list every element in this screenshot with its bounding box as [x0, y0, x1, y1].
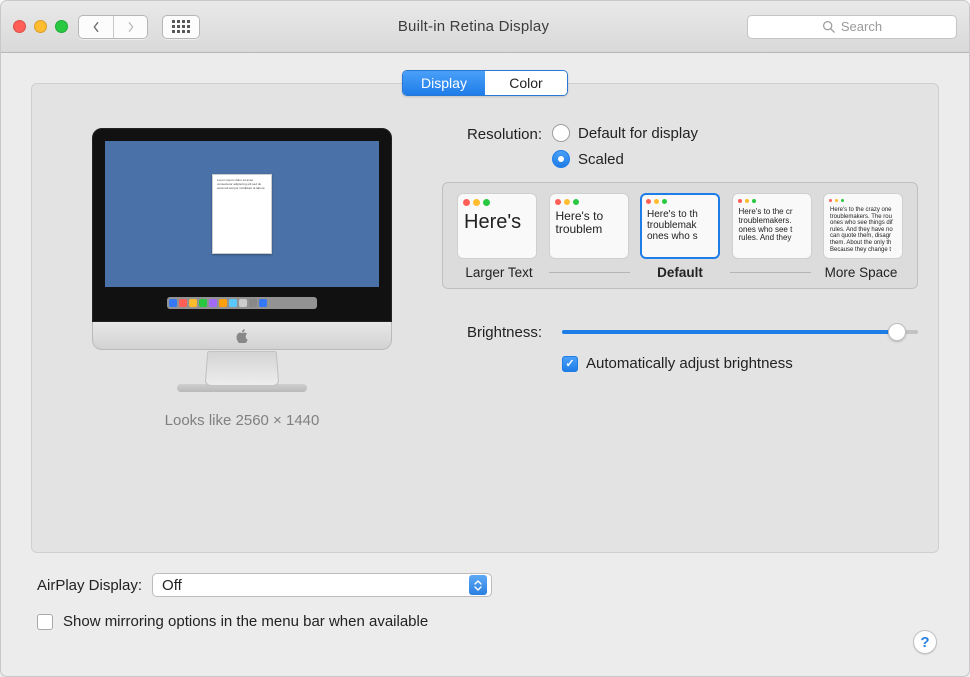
resolution-default-label: Default for display [578, 125, 698, 142]
resolution-thumb-4[interactable]: Here's to the crazy one troublemakers. T… [823, 193, 903, 259]
resolution-label: Resolution: [442, 124, 552, 143]
display-preview-column: Lorem ipsum dolor sit amet consectetur a… [52, 124, 432, 484]
search-icon [822, 20, 835, 33]
tab-bar: Display Color [52, 70, 918, 96]
navigation-buttons [78, 15, 148, 39]
panel-body: Lorem ipsum dolor sit amet consectetur a… [52, 124, 918, 484]
airplay-row: AirPlay Display: Off [37, 573, 933, 597]
resolution-default-option[interactable]: Default for display [552, 124, 698, 142]
search-input[interactable]: Search [747, 15, 957, 39]
resolution-thumb-2[interactable]: Here's to th troublemak ones who s [640, 193, 720, 259]
mirroring-checkbox[interactable]: ✓ [37, 614, 53, 630]
back-button[interactable] [79, 16, 113, 38]
forward-button[interactable] [113, 16, 147, 38]
mirroring-label: Show mirroring options in the menu bar w… [63, 613, 428, 630]
resolution-row: Resolution: Default for display Scaled [442, 124, 918, 168]
brightness-row: Brightness: [442, 323, 918, 341]
show-all-button[interactable] [162, 15, 200, 39]
resolution-scale-labels: Larger Text Default More Space [453, 263, 907, 280]
window-controls [13, 20, 68, 33]
scale-label-more-space: More Space [817, 265, 905, 280]
radio-default[interactable] [552, 124, 570, 142]
mirroring-row[interactable]: ✓ Show mirroring options in the menu bar… [37, 613, 933, 630]
settings-panel: Display Color Lorem ipsum dolor sit amet… [31, 83, 939, 553]
scale-label-larger: Larger Text [455, 265, 543, 280]
chevron-left-icon [91, 21, 101, 33]
help-button[interactable]: ? [913, 630, 937, 654]
auto-brightness-checkbox[interactable]: ✓ [562, 356, 578, 372]
apple-logo-icon [236, 329, 248, 343]
display-preferences-window: Built-in Retina Display Search Display C… [0, 0, 970, 677]
resolution-scaled-label: Scaled [578, 151, 624, 168]
resolution-thumb-0[interactable]: Here's [457, 193, 537, 259]
tab-color[interactable]: Color [485, 71, 567, 95]
close-button[interactable] [13, 20, 26, 33]
tab-display[interactable]: Display [403, 71, 485, 95]
content: Display Color Lorem ipsum dolor sit amet… [1, 53, 969, 676]
scale-label-default: Default [636, 265, 724, 280]
titlebar: Built-in Retina Display Search [1, 1, 969, 53]
airplay-value: Off [162, 577, 182, 594]
brightness-label: Brightness: [442, 324, 552, 341]
auto-brightness-label: Automatically adjust brightness [586, 355, 793, 372]
zoom-button[interactable] [55, 20, 68, 33]
settings-column: Resolution: Default for display Scaled [432, 124, 918, 484]
resolution-thumb-1[interactable]: Here's to troublem [549, 193, 629, 259]
auto-brightness-option[interactable]: ✓ Automatically adjust brightness [562, 355, 918, 372]
grid-icon [172, 20, 190, 33]
resolution-caption: Looks like 2560 × 1440 [165, 412, 320, 429]
resolution-thumb-3[interactable]: Here's to the cr troublemakers. ones who… [732, 193, 812, 259]
resolution-options: Here'sHere's to troublemHere's to th tro… [442, 182, 918, 289]
display-monitor-illustration: Lorem ipsum dolor sit amet consectetur a… [92, 128, 392, 392]
display-color-tabs: Display Color [402, 70, 568, 96]
window-title: Built-in Retina Display [210, 18, 737, 35]
bottom-section: AirPlay Display: Off ✓ Show mirroring op… [31, 553, 939, 630]
chevron-right-icon [126, 21, 136, 33]
minimize-button[interactable] [34, 20, 47, 33]
airplay-label: AirPlay Display: [37, 577, 142, 594]
resolution-scaled-option[interactable]: Scaled [552, 150, 698, 168]
brightness-slider[interactable] [562, 323, 918, 341]
radio-scaled[interactable] [552, 150, 570, 168]
select-stepper-icon [469, 575, 487, 595]
airplay-select[interactable]: Off [152, 573, 492, 597]
search-placeholder: Search [841, 19, 882, 34]
